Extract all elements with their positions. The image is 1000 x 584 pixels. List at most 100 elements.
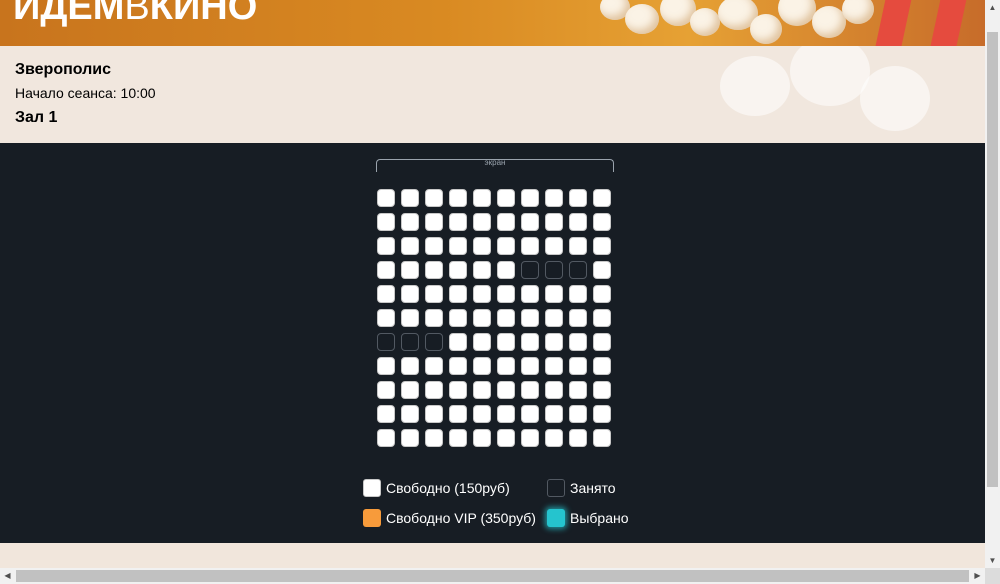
seat[interactable] (545, 189, 563, 207)
seat[interactable] (401, 429, 419, 447)
seat[interactable] (377, 381, 395, 399)
seat[interactable] (401, 309, 419, 327)
seat[interactable] (545, 405, 563, 423)
seat[interactable] (377, 285, 395, 303)
seat[interactable] (593, 333, 611, 351)
seat[interactable] (545, 429, 563, 447)
seat[interactable] (545, 285, 563, 303)
seat[interactable] (473, 333, 491, 351)
seat[interactable] (497, 237, 515, 255)
seat[interactable] (545, 261, 563, 279)
seat[interactable] (425, 285, 443, 303)
seat[interactable] (473, 357, 491, 375)
seat[interactable] (593, 381, 611, 399)
seat[interactable] (569, 429, 587, 447)
seat[interactable] (521, 213, 539, 231)
seat[interactable] (497, 189, 515, 207)
vertical-scroll-thumb[interactable] (987, 32, 998, 487)
seat[interactable] (377, 333, 395, 351)
seat[interactable] (569, 237, 587, 255)
seat[interactable] (401, 237, 419, 255)
seat[interactable] (473, 381, 491, 399)
seat[interactable] (521, 381, 539, 399)
seat[interactable] (473, 189, 491, 207)
seat[interactable] (593, 405, 611, 423)
arrow-down-icon[interactable]: ▼ (985, 553, 1000, 568)
seat[interactable] (473, 213, 491, 231)
site-logo[interactable]: ИДЕМВКИНО (13, 0, 257, 29)
seat[interactable] (569, 285, 587, 303)
seat[interactable] (425, 213, 443, 231)
seat[interactable] (473, 405, 491, 423)
seat[interactable] (569, 381, 587, 399)
seat[interactable] (401, 405, 419, 423)
seat[interactable] (401, 381, 419, 399)
seat[interactable] (593, 285, 611, 303)
seat[interactable] (449, 213, 467, 231)
seat[interactable] (593, 189, 611, 207)
seat[interactable] (497, 333, 515, 351)
seat[interactable] (521, 285, 539, 303)
seat[interactable] (497, 429, 515, 447)
seat[interactable] (449, 429, 467, 447)
seat[interactable] (569, 189, 587, 207)
arrow-right-icon[interactable]: ▶ (970, 568, 985, 584)
seat[interactable] (521, 405, 539, 423)
seat[interactable] (569, 261, 587, 279)
seat[interactable] (425, 189, 443, 207)
seat[interactable] (425, 405, 443, 423)
seat[interactable] (425, 237, 443, 255)
seat[interactable] (497, 285, 515, 303)
seat[interactable] (401, 285, 419, 303)
seat[interactable] (425, 261, 443, 279)
seat[interactable] (521, 333, 539, 351)
seat[interactable] (449, 309, 467, 327)
seat[interactable] (521, 309, 539, 327)
seat[interactable] (425, 309, 443, 327)
seat[interactable] (497, 381, 515, 399)
seat[interactable] (473, 429, 491, 447)
seat[interactable] (521, 237, 539, 255)
vertical-scrollbar[interactable]: ▲ ▼ (985, 0, 1000, 568)
seat[interactable] (497, 261, 515, 279)
seat[interactable] (377, 405, 395, 423)
seat[interactable] (497, 357, 515, 375)
horizontal-scrollbar[interactable]: ◀ ▶ (0, 568, 985, 584)
seat[interactable] (521, 189, 539, 207)
seat[interactable] (377, 213, 395, 231)
seat[interactable] (401, 357, 419, 375)
seat[interactable] (377, 429, 395, 447)
seat[interactable] (593, 213, 611, 231)
seat[interactable] (401, 333, 419, 351)
seat[interactable] (569, 309, 587, 327)
seat[interactable] (425, 333, 443, 351)
seat[interactable] (521, 261, 539, 279)
seat[interactable] (473, 285, 491, 303)
seat[interactable] (569, 357, 587, 375)
seat[interactable] (497, 309, 515, 327)
seat[interactable] (473, 309, 491, 327)
seat[interactable] (425, 429, 443, 447)
seat[interactable] (593, 429, 611, 447)
seat[interactable] (593, 357, 611, 375)
seat[interactable] (545, 309, 563, 327)
seat[interactable] (449, 189, 467, 207)
seat[interactable] (377, 261, 395, 279)
seat[interactable] (401, 213, 419, 231)
seat[interactable] (521, 429, 539, 447)
seat[interactable] (569, 405, 587, 423)
seat[interactable] (449, 357, 467, 375)
seat[interactable] (377, 189, 395, 207)
seat[interactable] (449, 333, 467, 351)
seat[interactable] (545, 357, 563, 375)
seat[interactable] (449, 381, 467, 399)
seat[interactable] (473, 237, 491, 255)
arrow-left-icon[interactable]: ◀ (0, 568, 15, 584)
seat[interactable] (545, 237, 563, 255)
seat[interactable] (497, 213, 515, 231)
seat[interactable] (569, 213, 587, 231)
seat[interactable] (473, 261, 491, 279)
seat[interactable] (593, 261, 611, 279)
horizontal-scroll-thumb[interactable] (16, 570, 969, 582)
arrow-up-icon[interactable]: ▲ (985, 0, 1000, 15)
